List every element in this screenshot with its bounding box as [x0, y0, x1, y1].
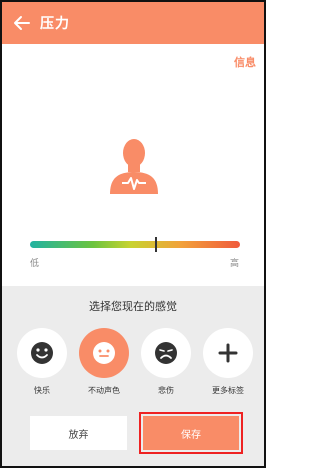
info-link[interactable]: 信息 — [234, 54, 256, 70]
neutral-face-icon — [93, 342, 115, 364]
page-title: 压力 — [40, 16, 70, 32]
mood-happy-button[interactable] — [17, 328, 67, 378]
mood-sad-label: 悲伤 — [158, 386, 174, 395]
arrow-left-icon[interactable] — [12, 13, 32, 33]
discard-button[interactable]: 放弃 — [30, 416, 127, 450]
sad-face-icon — [155, 342, 177, 364]
app-frame: 压力 信息 低 高 选择您现在的感觉 快乐 不动声色 悲伤 更多标签 放弃 保存 — [0, 0, 266, 468]
mood-neutral-label: 不动声色 — [88, 386, 120, 395]
gauge-high-label: 高 — [229, 259, 239, 269]
mood-sad-button[interactable] — [141, 328, 191, 378]
mood-happy-label: 快乐 — [34, 386, 50, 395]
gauge-low-label: 低 — [30, 259, 40, 269]
plus-icon — [218, 343, 238, 363]
stress-gauge — [30, 241, 240, 248]
happy-face-icon — [31, 342, 53, 364]
header-bar: 压力 — [2, 2, 264, 44]
save-button[interactable]: 保存 — [143, 416, 239, 450]
stress-gauge-marker — [155, 237, 157, 252]
person-stress-icon — [110, 139, 158, 194]
mood-neutral-button[interactable] — [79, 328, 129, 378]
more-tags-button[interactable] — [203, 328, 253, 378]
more-tags-label: 更多标签 — [212, 386, 244, 395]
mood-prompt: 选择您现在的感觉 — [89, 300, 177, 313]
